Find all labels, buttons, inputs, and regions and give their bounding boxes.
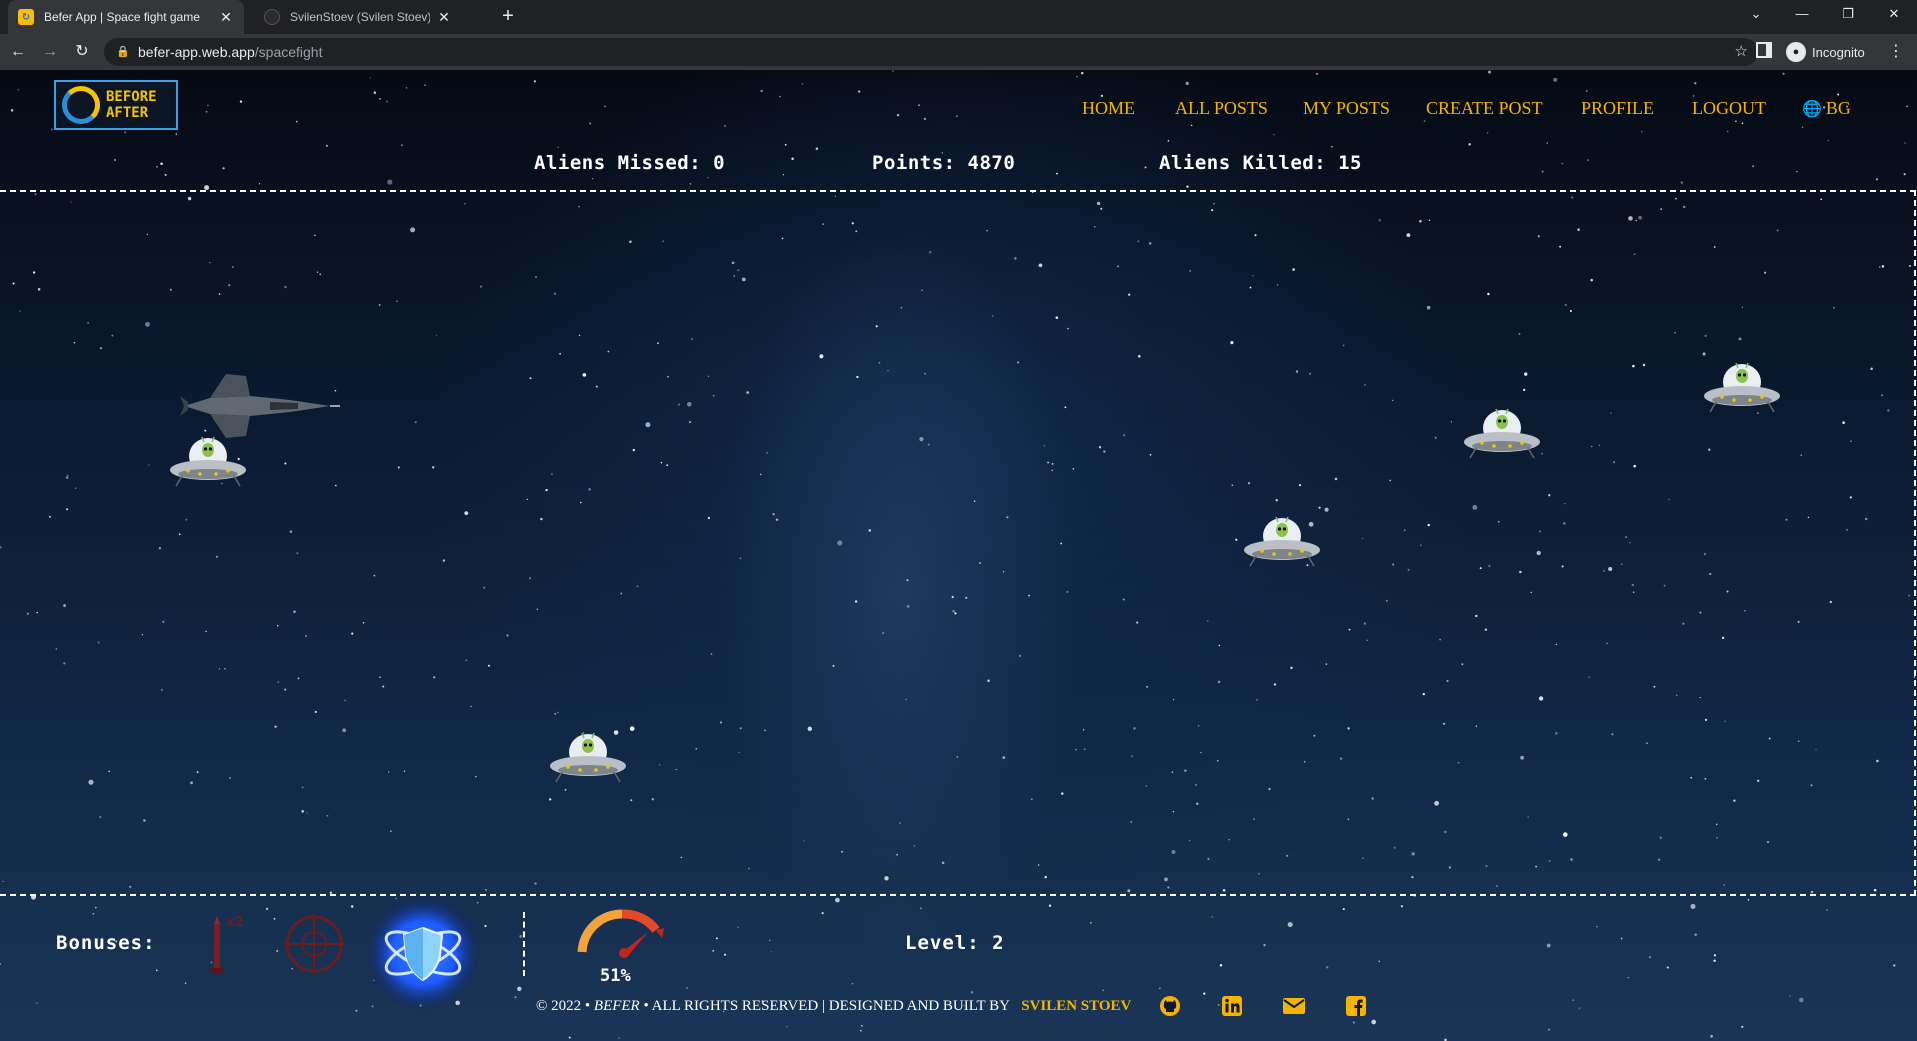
logo-wordmark: BEFORE AFTER	[106, 89, 157, 121]
incognito-indicator[interactable]: ● Incognito	[1786, 40, 1865, 64]
logo-line-1: BEFORE	[106, 89, 157, 105]
forward-icon[interactable]: →	[40, 42, 60, 62]
nav-profile[interactable]: PROFILE	[1581, 98, 1654, 122]
footer-text: © 2022 • BEFER • ALL RIGHTS RESERVED | D…	[536, 998, 1131, 1015]
new-tab-button[interactable]: +	[496, 5, 520, 29]
browser-toolbar: ← → ↻ 🔒 befer-app.web.app/spacefight ☆ ●…	[0, 34, 1917, 70]
bonuses-label: Bonuses:	[56, 932, 156, 954]
ufo-alien-icon	[1464, 408, 1540, 459]
bookmark-star-icon[interactable]: ☆	[1735, 38, 1748, 66]
site-logo[interactable]: BEFORE AFTER	[54, 80, 178, 130]
side-panel-icon[interactable]	[1756, 42, 1772, 58]
address-bar[interactable]: 🔒 befer-app.web.app/spacefight ☆	[104, 38, 1758, 66]
globe-icon: 🌐	[1802, 101, 1822, 118]
level-indicator: Level: 2	[905, 932, 1005, 954]
befer-favicon-icon: ↻	[18, 9, 34, 25]
tab-close-icon[interactable]: ✕	[218, 9, 234, 26]
email-icon[interactable]	[1282, 994, 1306, 1018]
footer-rights: • ALL RIGHTS RESERVED | DESIGNED AND BUI…	[643, 998, 1010, 1014]
double-missile-icon[interactable]: x2	[200, 912, 250, 976]
crosshair-icon[interactable]	[282, 912, 346, 976]
language-switch[interactable]: 🌐 BG	[1802, 98, 1851, 122]
address-host: befer-app.web.app	[138, 44, 255, 60]
game-arena[interactable]	[0, 190, 1916, 896]
footer-brand: BEFER	[593, 998, 640, 1014]
speed-percent: 51%	[600, 966, 631, 986]
ufo-alien-icon	[1244, 516, 1320, 567]
speedometer-icon	[577, 909, 664, 958]
tab-github[interactable]: SvilenStoev (Svilen Stoev) - GitHu ✕	[254, 0, 462, 34]
logo-refresh-icon	[62, 86, 100, 124]
logo-line-2: AFTER	[106, 105, 149, 121]
github-icon[interactable]	[1158, 994, 1182, 1018]
ufo-alien-icon	[550, 732, 626, 783]
aliens-missed-counter: Aliens Missed: 0	[534, 152, 726, 174]
linkedin-icon[interactable]	[1220, 994, 1244, 1018]
language-label: BG	[1825, 98, 1851, 118]
tab-title: Befer App | Space fight game	[44, 10, 200, 24]
incognito-label: Incognito	[1812, 44, 1865, 60]
bonus-badge: x2	[226, 915, 243, 930]
tab-search-icon[interactable]: ⌄	[1733, 0, 1779, 30]
nav-create-post[interactable]: CREATE POST	[1426, 98, 1543, 122]
address-path: /spacefight	[254, 44, 323, 60]
restore-button[interactable]: ❐	[1825, 0, 1871, 30]
ufo-alien-icon	[1704, 362, 1780, 413]
incognito-icon: ●	[1786, 42, 1806, 62]
page: BEFORE AFTER HOME ALL POSTS MY POSTS CRE…	[0, 70, 1917, 1041]
browser-tabstrip: ↻ Befer App | Space fight game ✕ SvilenS…	[0, 0, 1917, 34]
reload-icon[interactable]: ↻	[72, 42, 92, 62]
tab-title: SvilenStoev (Svilen Stoev) - GitHu	[290, 10, 430, 24]
github-favicon-icon	[264, 9, 280, 25]
hud-divider	[523, 912, 525, 976]
nav-my-posts[interactable]: MY POSTS	[1303, 98, 1390, 122]
tab-befer-app[interactable]: ↻ Befer App | Space fight game ✕	[8, 0, 244, 34]
footer-author-link[interactable]: SVILEN STOEV	[1021, 998, 1131, 1014]
nav-all-posts[interactable]: ALL POSTS	[1175, 98, 1268, 122]
aliens-killed-counter: Aliens Killed: 15	[1159, 152, 1362, 174]
back-icon[interactable]: ←	[8, 42, 28, 62]
browser-menu-icon[interactable]: ⋮	[1888, 41, 1904, 61]
points-counter: Points: 4870	[872, 152, 1016, 174]
facebook-icon[interactable]	[1344, 994, 1368, 1018]
minimize-button[interactable]: —	[1779, 0, 1825, 30]
lock-icon: 🔒	[116, 46, 130, 58]
nav-home[interactable]: HOME	[1082, 98, 1135, 122]
ufo-alien-icon	[170, 436, 246, 487]
shield-icon[interactable]	[364, 894, 482, 1012]
tab-close-icon[interactable]: ✕	[436, 9, 452, 26]
footer-copyright: © 2022 •	[536, 998, 591, 1014]
nav-logout[interactable]: LOGOUT	[1692, 98, 1766, 122]
close-window-button[interactable]: ✕	[1871, 0, 1917, 30]
